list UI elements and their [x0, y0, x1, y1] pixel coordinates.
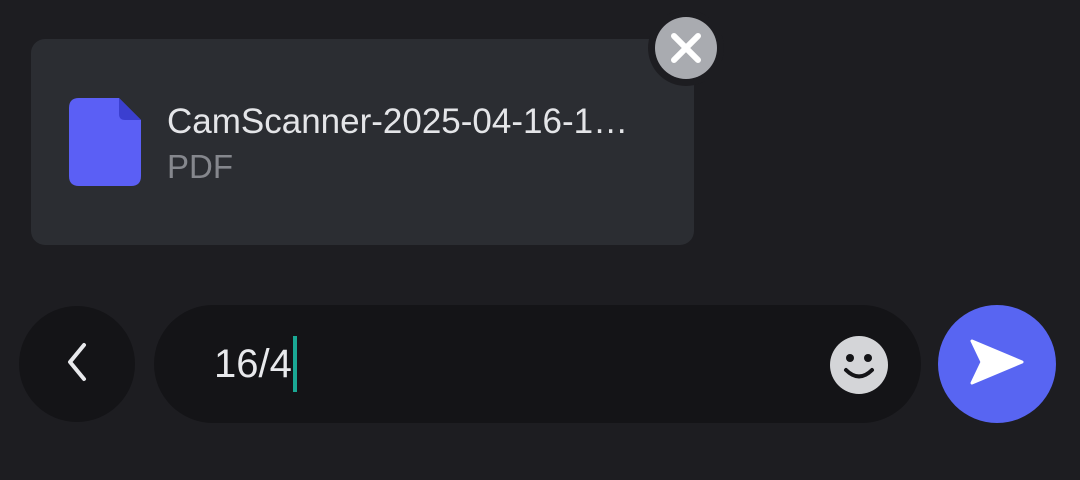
- file-document-icon: [69, 98, 141, 186]
- attachment-file-name: CamScanner-2025-04-16-1…: [167, 102, 629, 141]
- smiley-icon: [830, 336, 888, 394]
- close-icon: [655, 17, 717, 79]
- send-button[interactable]: [938, 305, 1056, 423]
- text-caret: [292, 336, 297, 392]
- emoji-button[interactable]: [829, 335, 889, 395]
- message-composer-screen: CamScanner-2025-04-16-1… PDF 16/4: [0, 0, 1080, 480]
- attachment-file-type: PDF: [167, 148, 233, 185]
- remove-attachment-button[interactable]: [648, 10, 724, 86]
- message-input-text[interactable]: 16/4: [214, 336, 297, 392]
- chevron-left-icon: [62, 341, 92, 388]
- message-input-value: 16/4: [214, 342, 292, 386]
- back-button[interactable]: [19, 306, 135, 422]
- message-input[interactable]: 16/4: [154, 305, 921, 423]
- attachment-card[interactable]: CamScanner-2025-04-16-1… PDF: [31, 39, 694, 245]
- send-arrow-icon: [968, 337, 1026, 392]
